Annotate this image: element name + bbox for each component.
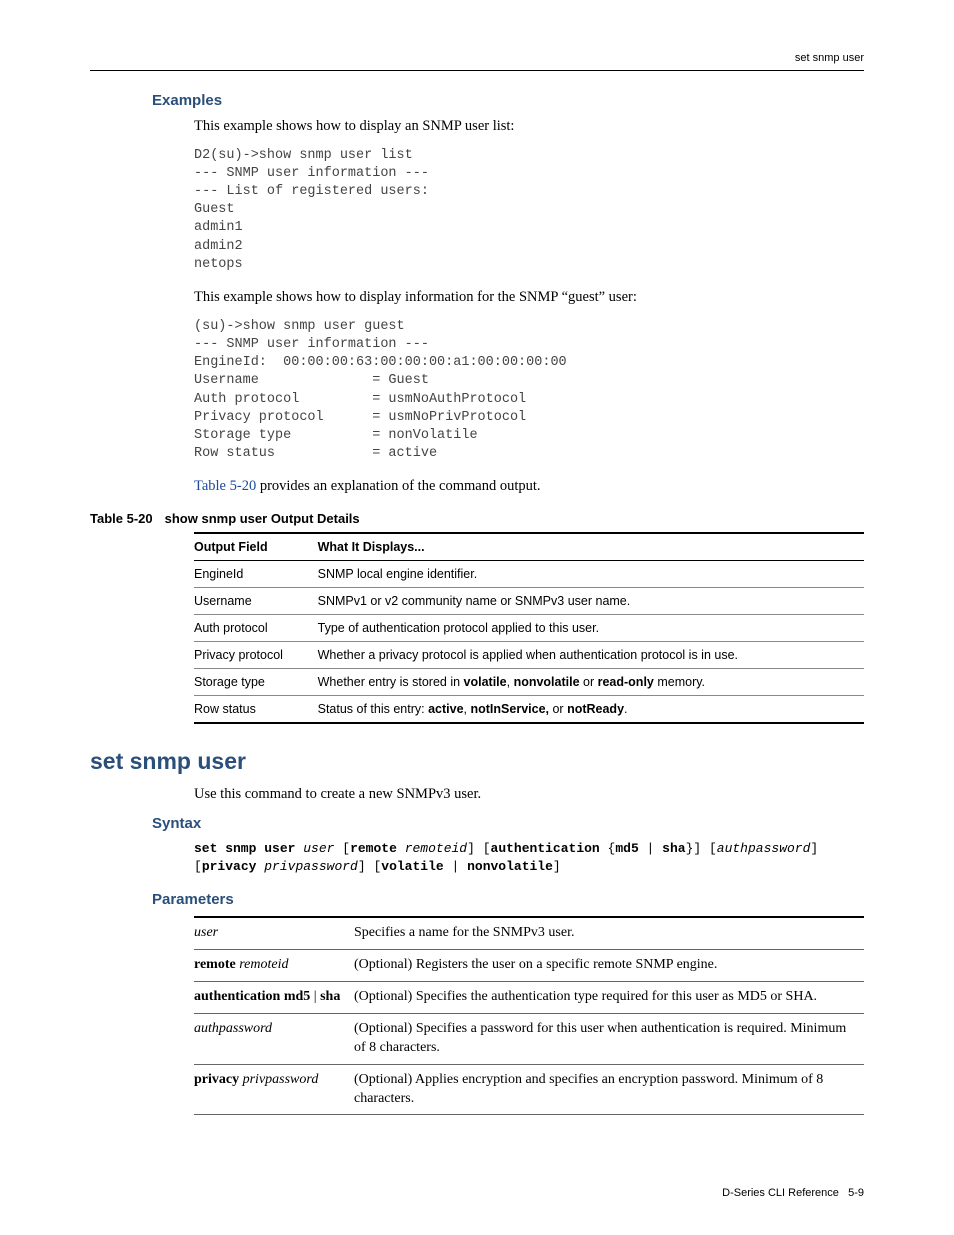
param-name: authentication md5 | sha [194, 982, 354, 1014]
table-row: Row statusStatus of this entry: active, … [194, 695, 864, 723]
command-title: set snmp user [90, 748, 864, 775]
top-rule [90, 70, 864, 71]
table-row: userSpecifies a name for the SNMPv3 user… [194, 917, 864, 949]
out-desc: Whether a privacy protocol is applied wh… [318, 641, 864, 668]
table-row: Privacy protocolWhether a privacy protoc… [194, 641, 864, 668]
out-field: Auth protocol [194, 614, 318, 641]
table-row: authpassword(Optional) Specifies a passw… [194, 1013, 864, 1064]
param-desc: (Optional) Specifies the authentication … [354, 982, 864, 1014]
footer-page-num: 5-9 [848, 1187, 864, 1199]
table-caption-num: Table 5-20 [90, 511, 153, 526]
out-header-displays: What It Displays... [318, 533, 864, 561]
out-desc: SNMP local engine identifier. [318, 560, 864, 587]
out-header-field: Output Field [194, 533, 318, 561]
out-field: Row status [194, 695, 318, 723]
parameters-heading: Parameters [152, 891, 864, 908]
out-field: EngineId [194, 560, 318, 587]
out-desc: Type of authentication protocol applied … [318, 614, 864, 641]
syntax-heading: Syntax [152, 815, 864, 832]
param-name: remote remoteid [194, 950, 354, 982]
table-caption: Table 5-20 show snmp user Output Details [90, 511, 864, 526]
example2-intro: This example shows how to display inform… [194, 288, 864, 308]
table-row: privacy privpassword(Optional) Applies e… [194, 1064, 864, 1115]
table-ref-line: Table 5-20 provides an explanation of th… [194, 477, 864, 497]
out-desc: SNMPv1 or v2 community name or SNMPv3 us… [318, 587, 864, 614]
param-name: user [194, 917, 354, 949]
param-desc: (Optional) Applies encryption and specif… [354, 1064, 864, 1115]
examples-heading: Examples [152, 92, 864, 109]
out-desc: Whether entry is stored in volatile, non… [318, 668, 864, 695]
param-name: authpassword [194, 1013, 354, 1064]
param-desc: Specifies a name for the SNMPv3 user. [354, 917, 864, 949]
output-details-table: Output Field What It Displays... EngineI… [194, 532, 864, 724]
parameters-table: userSpecifies a name for the SNMPv3 user… [194, 916, 864, 1115]
example2-code: (su)->show snmp user guest --- SNMP user… [194, 318, 864, 464]
table-row: remote remoteid(Optional) Registers the … [194, 950, 864, 982]
page-content: Examples This example shows how to displ… [90, 92, 864, 1115]
param-name: privacy privpassword [194, 1064, 354, 1115]
table-row: EngineIdSNMP local engine identifier. [194, 560, 864, 587]
running-head: set snmp user [795, 52, 864, 64]
page-footer: D-Series CLI Reference 5-9 [722, 1187, 864, 1199]
table-ref-rest: provides an explanation of the command o… [256, 478, 540, 494]
example1-intro: This example shows how to display an SNM… [194, 117, 864, 137]
footer-doc-title: D-Series CLI Reference [722, 1187, 839, 1199]
out-field: Storage type [194, 668, 318, 695]
table-row: authentication md5 | sha(Optional) Speci… [194, 982, 864, 1014]
out-field: Username [194, 587, 318, 614]
table-ref-link[interactable]: Table 5-20 [194, 478, 256, 494]
example1-code: D2(su)->show snmp user list --- SNMP use… [194, 147, 864, 275]
table-row: Storage typeWhether entry is stored in v… [194, 668, 864, 695]
syntax-line: set snmp user user [remote remoteid] [au… [194, 840, 864, 878]
command-intro: Use this command to create a new SNMPv3 … [194, 785, 864, 805]
table-caption-title: show snmp user Output Details [165, 511, 360, 526]
param-desc: (Optional) Specifies a password for this… [354, 1013, 864, 1064]
param-desc: (Optional) Registers the user on a speci… [354, 950, 864, 982]
table-row: UsernameSNMPv1 or v2 community name or S… [194, 587, 864, 614]
out-field: Privacy protocol [194, 641, 318, 668]
table-row: Auth protocolType of authentication prot… [194, 614, 864, 641]
out-desc: Status of this entry: active, notInServi… [318, 695, 864, 723]
